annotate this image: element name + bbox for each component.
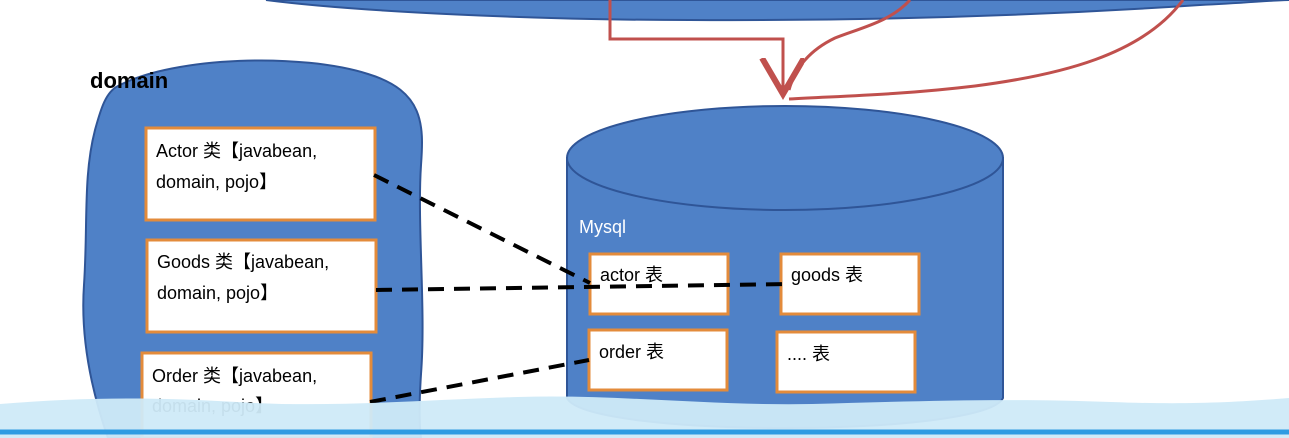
diagram-svg: domain Mysql Actor 类【javabean, domain, p… [0,0,1289,438]
other-table-box: .... 表 [775,330,917,394]
goods-class-line1: Goods 类【javabean, [157,252,329,272]
actor-table-box: actor 表 [588,252,730,316]
order-table-box: order 表 [587,328,729,392]
actor-class-line2: domain, pojo】 [156,172,277,192]
actor-class-box: Actor 类【javabean, domain, pojo】 [144,126,377,222]
mysql-cylinder-top [566,105,1004,211]
goods-class-box: Goods 类【javabean, domain, pojo】 [145,238,378,334]
mysql-label: Mysql [579,217,626,237]
diagram-canvas: domain Mysql Actor 类【javabean, domain, p… [0,0,1289,438]
order-table-label: order 表 [599,342,664,362]
goods-class-line2: domain, pojo】 [157,283,278,303]
top-blue-shape [265,0,1289,22]
goods-table-box: goods 表 [779,252,921,316]
order-class-line1: Order 类【javabean, [152,366,317,386]
domain-title: domain [90,68,168,93]
actor-table-label: actor 表 [600,265,663,285]
actor-class-line1: Actor 类【javabean, [156,141,317,161]
goods-table-label: goods 表 [791,265,863,285]
other-table-label: .... 表 [787,344,830,364]
